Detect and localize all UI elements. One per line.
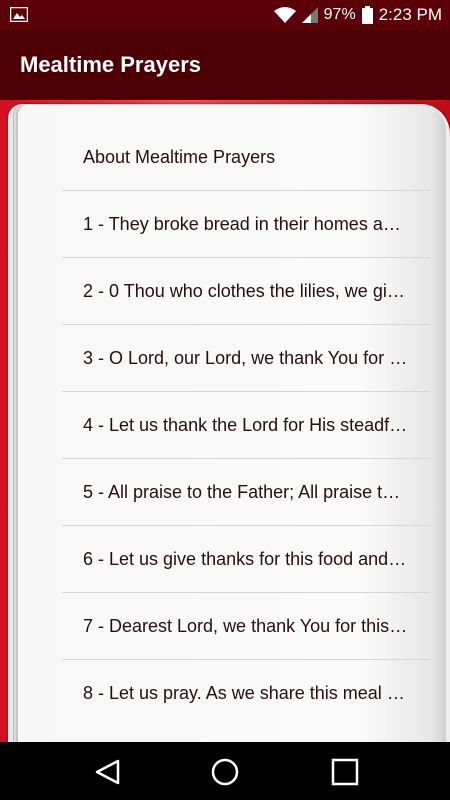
list-item-label: 4 - Let us thank the Lord for His steadf…: [83, 414, 409, 435]
list-item-about[interactable]: About Mealtime Prayers: [62, 124, 430, 191]
back-icon[interactable]: [93, 757, 123, 787]
status-bar: 97% 2:23 PM: [0, 0, 450, 30]
list-item-label: 3 - O Lord, our Lord, we thank You for t…: [83, 347, 409, 368]
list-item-label: About Mealtime Prayers: [83, 146, 276, 167]
list-item-label: 7 - Dearest Lord, we thank You for this …: [83, 615, 409, 636]
navigation-bar: [0, 742, 450, 800]
list-item-label: 5 - All praise to the Father; All praise…: [83, 481, 409, 502]
list-item-label: 6 - Let us give thanks for this food and…: [83, 548, 409, 569]
recents-icon[interactable]: [330, 757, 360, 787]
list-item[interactable]: 4 - Let us thank the Lord for His steadf…: [62, 392, 430, 459]
app-bar: Mealtime Prayers: [0, 30, 450, 100]
battery-icon: [361, 6, 373, 24]
list-item-label: 1 - They broke bread in their homes and …: [83, 213, 409, 234]
clock: 2:23 PM: [378, 5, 442, 24]
page-title: Mealtime Prayers: [20, 52, 201, 77]
image-icon: [9, 6, 29, 23]
list-item[interactable]: 5 - All praise to the Father; All praise…: [62, 459, 430, 526]
battery-percent: 97%: [323, 6, 356, 23]
wifi-icon: [273, 6, 296, 24]
prayer-list: About Mealtime Prayers 1 - They broke br…: [62, 124, 430, 727]
list-item[interactable]: 8 - Let us pray. As we share this meal t…: [62, 660, 430, 727]
list-item[interactable]: 7 - Dearest Lord, we thank You for this …: [62, 593, 430, 660]
list-item[interactable]: 6 - Let us give thanks for this food and…: [62, 526, 430, 593]
list-item-label: 2 - 0 Thou who clothes the lilies, we gi…: [83, 280, 409, 301]
list-item[interactable]: 3 - O Lord, our Lord, we thank You for t…: [62, 325, 430, 392]
home-icon[interactable]: [210, 757, 240, 787]
list-item-label: 8 - Let us pray. As we share this meal t…: [83, 683, 409, 703]
list-item[interactable]: 2 - 0 Thou who clothes the lilies, we gi…: [62, 258, 430, 325]
signal-icon: [301, 7, 318, 23]
list-item[interactable]: 1 - They broke bread in their homes and …: [62, 191, 430, 258]
